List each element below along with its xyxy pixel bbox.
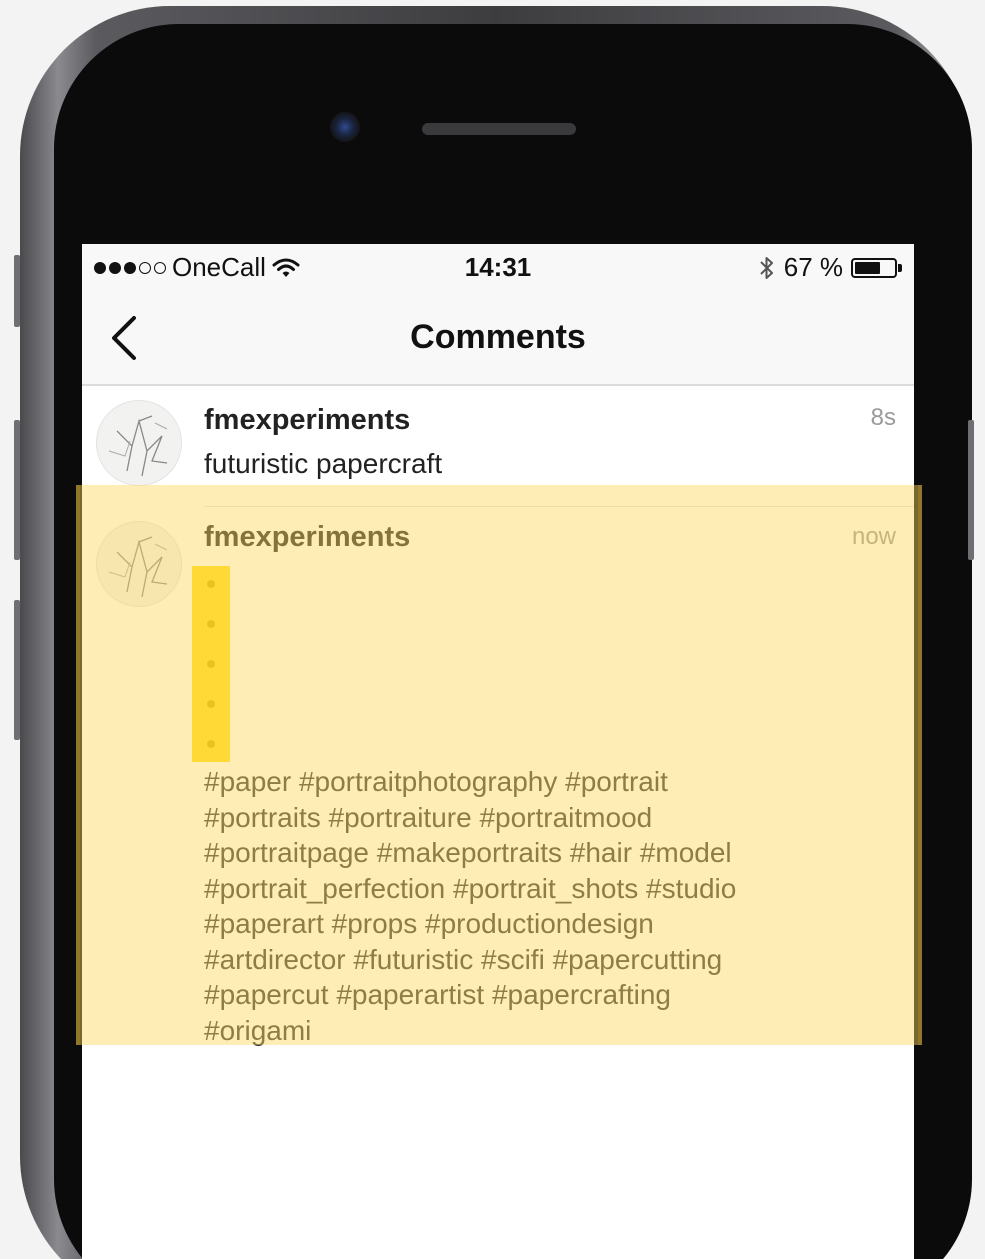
status-bar: OneCall 14:31 67 % [82, 244, 914, 290]
battery-icon [851, 257, 902, 278]
hashtag-line: #papercut #paperartist #papercrafting [204, 979, 671, 1010]
avatar[interactable] [96, 400, 182, 486]
bullet-point [207, 580, 215, 588]
front-camera [330, 112, 360, 142]
volume-button [14, 255, 20, 327]
comment-text: futuristic papercraft [204, 448, 443, 479]
volume-button [14, 600, 20, 740]
comment-username[interactable]: fmexperiments [204, 404, 410, 437]
hashtag-line: #origami [204, 1014, 312, 1046]
comment-username[interactable]: fmexperiments [204, 521, 410, 554]
hashtag-line: #portraits #portraiture #portraitmood [204, 801, 653, 833]
hashtag-line: #paper #portraitphotography #portrait [204, 766, 668, 797]
hashtag-text: #paper #portraitphotography #portrait #p… [204, 764, 904, 1048]
battery-percent: 67 % [783, 252, 843, 282]
papercraft-avatar-image [97, 522, 181, 606]
hashtag-line: #portraitpage #makeportraits #hair #mode… [204, 837, 732, 868]
bluetooth-icon [760, 256, 773, 279]
navigation-bar: Comments [82, 290, 914, 386]
power-button [968, 420, 974, 560]
bullet-point [207, 700, 215, 708]
hashtag-line: #portrait_perfection #portrait_shots #st… [204, 872, 737, 904]
bullet-list [194, 566, 230, 762]
avatar[interactable] [96, 521, 182, 607]
device-mockup: OneCall 14:31 67 % Comments fmexperiment… [0, 0, 985, 1259]
status-right: 67 % [758, 252, 902, 283]
comment-item: fmexperiments 8s futuristic papercraft [82, 386, 914, 506]
papercraft-avatar-image [97, 401, 181, 485]
hashtag-line: #paperart #props #productiondesign [204, 908, 654, 939]
volume-button [14, 420, 20, 560]
hashtag-line: #artdirector #futuristic #scifi #papercu… [204, 943, 723, 975]
bullet-point [207, 740, 215, 748]
screen: OneCall 14:31 67 % Comments fmexperiment… [82, 244, 914, 1259]
page-title: Comments [410, 318, 586, 356]
comment-timestamp: now [851, 523, 896, 550]
bullet-point [207, 620, 215, 628]
earpiece-speaker [422, 123, 576, 135]
bullet-point [207, 660, 215, 668]
comment-timestamp: 8s [870, 404, 896, 431]
